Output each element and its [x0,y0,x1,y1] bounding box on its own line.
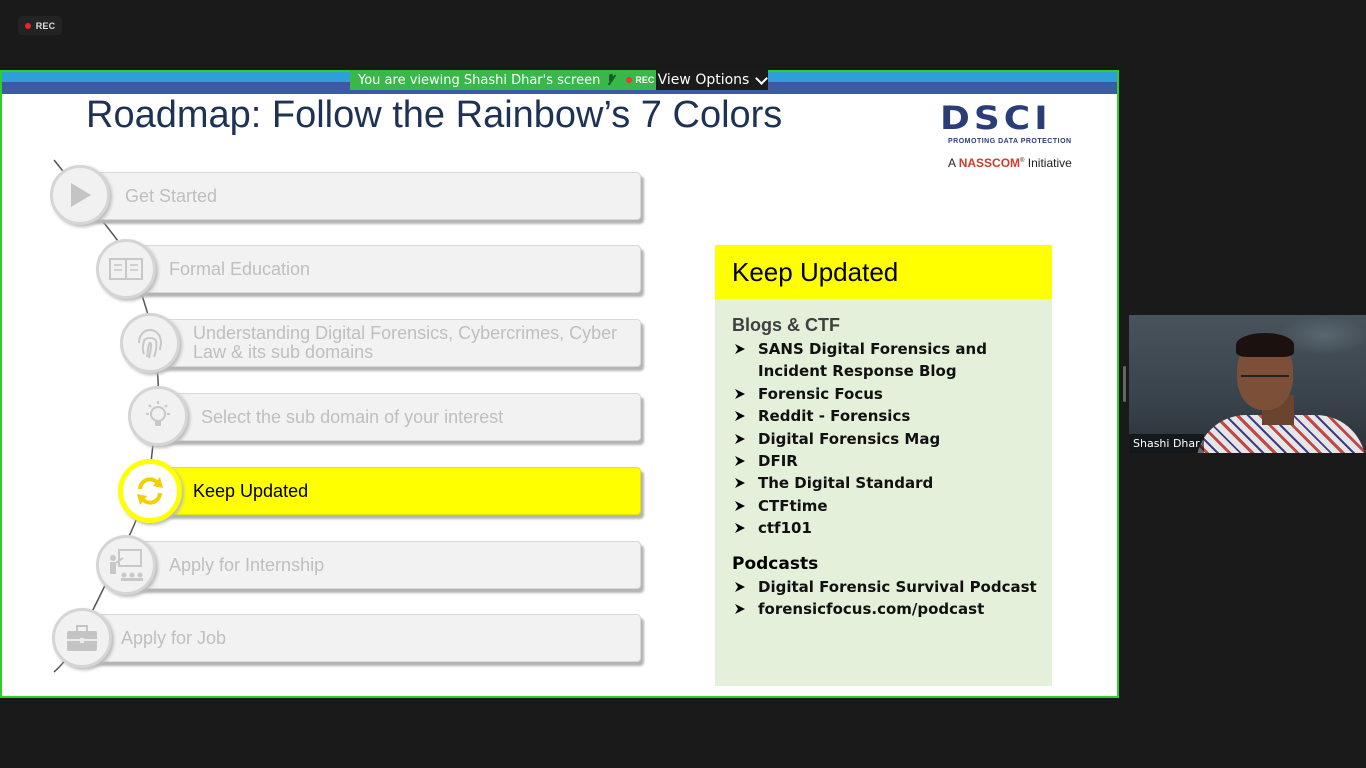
participant-hair [1236,333,1294,357]
arrow-bullet-icon [735,388,745,399]
roadmap-step-apply-job: Apply for Job [78,614,641,662]
briefcase-icon [52,608,112,668]
blog-item-label: SANS Digital Forensics and Incident Resp… [758,340,987,381]
view-options-label: View Options [657,72,750,88]
blog-item-label: Digital Forensics Mag [758,429,941,448]
podcasts-section-title: Podcasts [732,553,819,574]
keep-updated-panel: Keep Updated Blogs & CTF SANS Digital Fo… [715,245,1052,686]
participant-video-tile[interactable]: Shashi Dhar [1129,315,1366,453]
podcasts-list: Digital Forensic Survival Podcast forens… [732,576,1042,621]
mic-off-icon [606,74,616,86]
play-icon [50,165,110,225]
logo-initiative-prefix: A [948,156,956,170]
step-label: Keep Updated [193,480,309,501]
arrow-bullet-icon [735,581,745,592]
blog-item: Digital Forensics Mag [732,428,1042,450]
refresh-icon [118,459,182,523]
screen-share-banner: You are viewing Shashi Dhar's screen REC [350,70,656,90]
roadmap-step-select-subdomain: Select the sub domain of your interest [156,393,641,441]
podcast-item: forensicfocus.com/podcast [732,598,1042,620]
presentation-icon [96,535,156,595]
viewing-text: You are viewing Shashi Dhar's screen [358,72,601,88]
arrow-bullet-icon [735,433,745,444]
arrow-bullet-icon [735,411,745,422]
blogs-section-title: Blogs & CTF [732,315,840,335]
chevron-down-icon [755,71,769,85]
logo-initiative-suffix: Initiative [1027,156,1072,170]
arrow-bullet-icon [735,344,745,354]
resize-handle[interactable] [1123,366,1126,402]
shared-screen: Roadmap: Follow the Rainbow’s 7 Colors D… [0,70,1119,698]
blog-item-label: Reddit - Forensics [758,407,911,426]
arrow-bullet-icon [735,478,745,489]
blogs-list: SANS Digital Forensics and Incident Resp… [732,338,1042,540]
roadmap-connector [53,159,160,673]
record-dot-icon [626,77,633,83]
step-label: Select the sub domain of your interest [201,406,504,427]
blog-item: Reddit - Forensics [732,405,1042,427]
recording-badge: REC [18,16,62,35]
logo-wordmark: DSCI [940,100,1052,137]
arrow-bullet-icon [735,604,745,615]
blog-item-label: ctf101 [758,519,812,538]
step-label: Apply for Job [121,627,227,648]
lightbulb-icon [128,386,188,446]
participant-glasses [1241,375,1289,386]
view-options-button[interactable]: View Options [656,70,769,90]
blog-item: ctf101 [732,517,1042,539]
book-icon [96,239,156,299]
step-label: Get Started [125,185,218,206]
fingerprint-icon [120,313,180,373]
step-label: Apply for Internship [169,554,325,575]
dsci-logo: DSCI PROMOTING DATA PROTECTION A NASSCOM… [940,94,1090,174]
blog-item: DFIR [732,450,1042,472]
recording-label: REC [35,20,56,31]
arrow-bullet-icon [735,500,745,511]
step-label: Understanding Digital Forensics, Cybercr… [193,323,618,362]
blog-item-label: CTFtime [758,496,828,515]
banner-rec-label: REC [635,75,655,85]
podcast-item: Digital Forensic Survival Podcast [732,576,1042,598]
blog-item: CTFtime [732,495,1042,517]
podcast-item-label: forensicfocus.com/podcast [758,600,985,619]
podcast-item-label: Digital Forensic Survival Podcast [758,577,1037,596]
roadmap-step-keep-updated: Keep Updated [144,467,641,515]
blog-item: Forensic Focus [732,383,1042,405]
arrow-bullet-icon [735,523,745,534]
logo-tagline: PROMOTING DATA PROTECTION [948,138,1072,145]
roadmap-step-apply-internship: Apply for Internship [122,541,641,589]
step-label: Formal Education [169,258,311,279]
blog-item-label: The Digital Standard [758,474,934,493]
record-dot-icon [24,22,31,29]
blog-item-label: Forensic Focus [758,384,883,403]
participant-name: Shashi Dhar [1129,434,1204,453]
blog-item-label: DFIR [758,452,798,471]
panel-body: Blogs & CTF SANS Digital Forensics and I… [732,315,1042,620]
roadmap-step-understanding: Understanding Digital Forensics, Cybercr… [148,319,641,367]
panel-heading: Keep Updated [715,245,1052,299]
blog-item: The Digital Standard [732,472,1042,494]
logo-initiative-brand: NASSCOM [958,156,1021,170]
arrow-bullet-icon [735,456,745,467]
banner-recording-indicator: REC [626,75,654,85]
logo-initiative: A NASSCOM® Initiative [948,156,1072,170]
roadmap-step-get-started: Get Started [78,172,641,220]
blog-item: SANS Digital Forensics and Incident Resp… [732,338,1042,383]
roadmap-step-formal-education: Formal Education [122,245,641,293]
